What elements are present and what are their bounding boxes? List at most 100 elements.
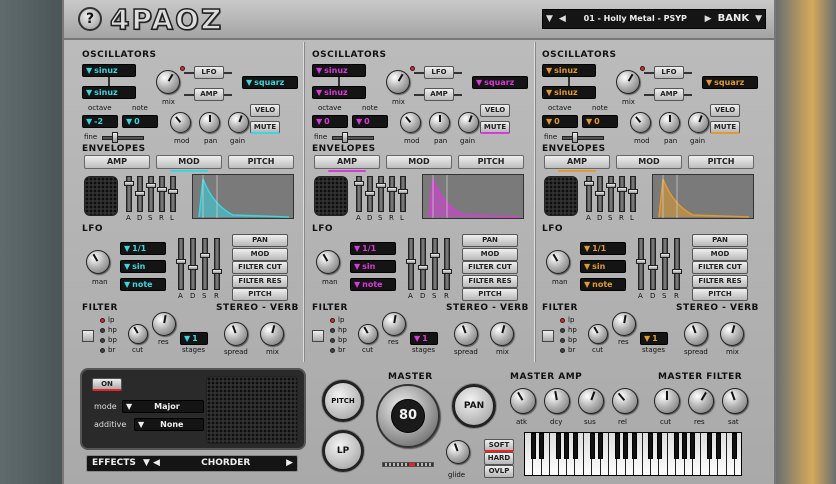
black-key[interactable] <box>732 433 738 459</box>
black-key[interactable] <box>539 433 545 459</box>
preset-selector[interactable]: ▼ ◀ 01 - Holly Metal - PSYP ▶ BANK ▼ <box>542 9 766 29</box>
hard-button[interactable]: HARD <box>484 452 514 465</box>
master-lp-knob[interactable]: LP <box>322 430 364 472</box>
m3-lfo-d-fader[interactable] <box>648 238 658 290</box>
m3-env-amp-button[interactable]: AMP <box>544 155 610 169</box>
m2-filter-res-knob[interactable] <box>382 312 406 336</box>
m1-octave-selector[interactable]: ▼ -2 <box>82 115 118 128</box>
m1-env-a-fader[interactable] <box>124 176 134 212</box>
soft-button[interactable]: SOFT <box>484 439 514 452</box>
effects-prev-icon[interactable]: ◀ <box>153 458 160 468</box>
m1-lfo-cut-button[interactable]: FILTER CUT <box>232 261 288 274</box>
black-key[interactable] <box>656 433 662 459</box>
m3-lfo-man-knob[interactable] <box>546 250 570 274</box>
m3-lfo-rate-selector[interactable]: ▼ 1/1 <box>580 242 626 255</box>
m1-mod-knob[interactable] <box>170 112 191 133</box>
black-key[interactable] <box>623 433 629 459</box>
m3-lfo-r-fader[interactable] <box>672 238 682 290</box>
m3-lfo-button[interactable]: LFO <box>654 66 684 79</box>
m2-lfo-mod-button[interactable]: MOD <box>462 247 518 261</box>
m1-spread-knob[interactable] <box>224 322 248 346</box>
black-key[interactable] <box>681 433 687 459</box>
m1-filter-cut-knob[interactable] <box>128 324 148 344</box>
m3-amp-button[interactable]: AMP <box>654 88 684 101</box>
black-key[interactable] <box>589 433 595 459</box>
master-filter-sat-knob[interactable] <box>722 388 748 414</box>
m2-mute-button[interactable]: MUTE <box>480 121 510 134</box>
m1-filter-toggle[interactable] <box>82 330 94 342</box>
m1-lfo-r-fader[interactable] <box>212 238 222 290</box>
m3-filter-hp-led[interactable] <box>560 328 565 333</box>
effects-selector[interactable]: EFFECTS ▼ ◀ CHORDER ▶ <box>86 455 298 472</box>
m2-filter-lp-led[interactable] <box>330 318 335 323</box>
m1-amp-button[interactable]: AMP <box>194 88 224 101</box>
bank-down-icon[interactable]: ▼ <box>752 10 765 28</box>
m3-note-selector[interactable]: ▼ 0 <box>582 115 618 128</box>
m1-lfo-s-fader[interactable] <box>200 238 210 290</box>
black-key[interactable] <box>597 433 603 459</box>
m2-spread-knob[interactable] <box>454 322 478 346</box>
m3-lfo-pitch-button[interactable]: PITCH <box>692 288 748 301</box>
m1-lfo-button[interactable]: LFO <box>194 66 224 79</box>
m2-filter-br-led[interactable] <box>330 348 335 353</box>
m2-lfo-wave-selector[interactable]: ▼ sin <box>350 260 396 273</box>
master-amp-rel-knob[interactable] <box>612 388 638 414</box>
m2-lfo-rate-selector[interactable]: ▼ 1/1 <box>350 242 396 255</box>
black-key[interactable] <box>648 433 654 459</box>
m2-verb-mix-knob[interactable] <box>490 322 514 346</box>
m2-lfo-s-fader[interactable] <box>430 238 440 290</box>
m3-env-d-fader[interactable] <box>595 176 605 212</box>
m1-lfo-mod-button[interactable]: MOD <box>232 247 288 261</box>
black-key[interactable] <box>530 433 536 459</box>
question-circle-icon[interactable]: ? <box>78 7 102 31</box>
effects-down-icon[interactable]: ▼ <box>143 458 150 468</box>
m2-filter-hp-led[interactable] <box>330 328 335 333</box>
m3-filter-bp-led[interactable] <box>560 338 565 343</box>
m1-mix-knob[interactable] <box>156 70 180 94</box>
m2-filter-bp-led[interactable] <box>330 338 335 343</box>
black-key[interactable] <box>564 433 570 459</box>
m3-lfo-res-button[interactable]: FILTER RES <box>692 274 748 288</box>
m3-env-pitch-button[interactable]: PITCH <box>688 155 754 169</box>
m3-filter-lp-led[interactable] <box>560 318 565 323</box>
ovlp-button[interactable]: OVLP <box>484 465 514 478</box>
m1-filter-lp-led[interactable] <box>100 318 105 323</box>
m1-osc1-selector[interactable]: ▼ sinuz <box>82 64 136 77</box>
m3-env-mod-button[interactable]: MOD <box>616 155 682 169</box>
m1-lfo-mode-selector[interactable]: ▼ note <box>120 278 166 291</box>
m1-env-l-fader[interactable] <box>168 176 178 212</box>
m3-env-l-fader[interactable] <box>628 176 638 212</box>
black-key[interactable] <box>555 433 561 459</box>
m3-lfo-s-fader[interactable] <box>660 238 670 290</box>
m1-mute-button[interactable]: MUTE <box>250 121 280 134</box>
m2-lfo-man-knob[interactable] <box>316 250 340 274</box>
m2-osc3-selector[interactable]: ▼ squarz <box>472 76 528 89</box>
m1-env-pitch-button[interactable]: PITCH <box>228 155 294 169</box>
m2-env-pitch-button[interactable]: PITCH <box>458 155 524 169</box>
slider-handle[interactable] <box>112 132 118 143</box>
preset-down-icon[interactable]: ▼ <box>543 10 556 28</box>
m2-osc2-selector[interactable]: ▼ sinuz <box>312 86 366 99</box>
m3-mute-button[interactable]: MUTE <box>710 121 740 134</box>
m3-lfo-mode-selector[interactable]: ▼ note <box>580 278 626 291</box>
m3-lfo-cut-button[interactable]: FILTER CUT <box>692 261 748 274</box>
black-key[interactable] <box>631 433 637 459</box>
m3-lfo-mod-button[interactable]: MOD <box>692 247 748 261</box>
m1-lfo-a-fader[interactable] <box>176 238 186 290</box>
master-pitch-knob[interactable]: PITCH <box>322 380 364 422</box>
m3-lfo-a-fader[interactable] <box>636 238 646 290</box>
m3-stages-selector[interactable]: ▼ 1 <box>640 332 668 345</box>
m1-env-d-fader[interactable] <box>135 176 145 212</box>
m1-lfo-wave-selector[interactable]: ▼ sin <box>120 260 166 273</box>
m2-env-s-fader[interactable] <box>376 176 386 212</box>
m1-osc3-selector[interactable]: ▼ squarz <box>242 76 298 89</box>
m3-lfo-pan-button[interactable]: PAN <box>692 234 748 247</box>
m2-fine-slider[interactable] <box>332 136 374 140</box>
m2-lfo-cut-button[interactable]: FILTER CUT <box>462 261 518 274</box>
m2-amp-button[interactable]: AMP <box>424 88 454 101</box>
m2-note-selector[interactable]: ▼ 0 <box>352 115 388 128</box>
m2-lfo-res-button[interactable]: FILTER RES <box>462 274 518 288</box>
m2-env-l-fader[interactable] <box>398 176 408 212</box>
m1-lfo-man-knob[interactable] <box>86 250 110 274</box>
m2-env-r-fader[interactable] <box>387 176 397 212</box>
